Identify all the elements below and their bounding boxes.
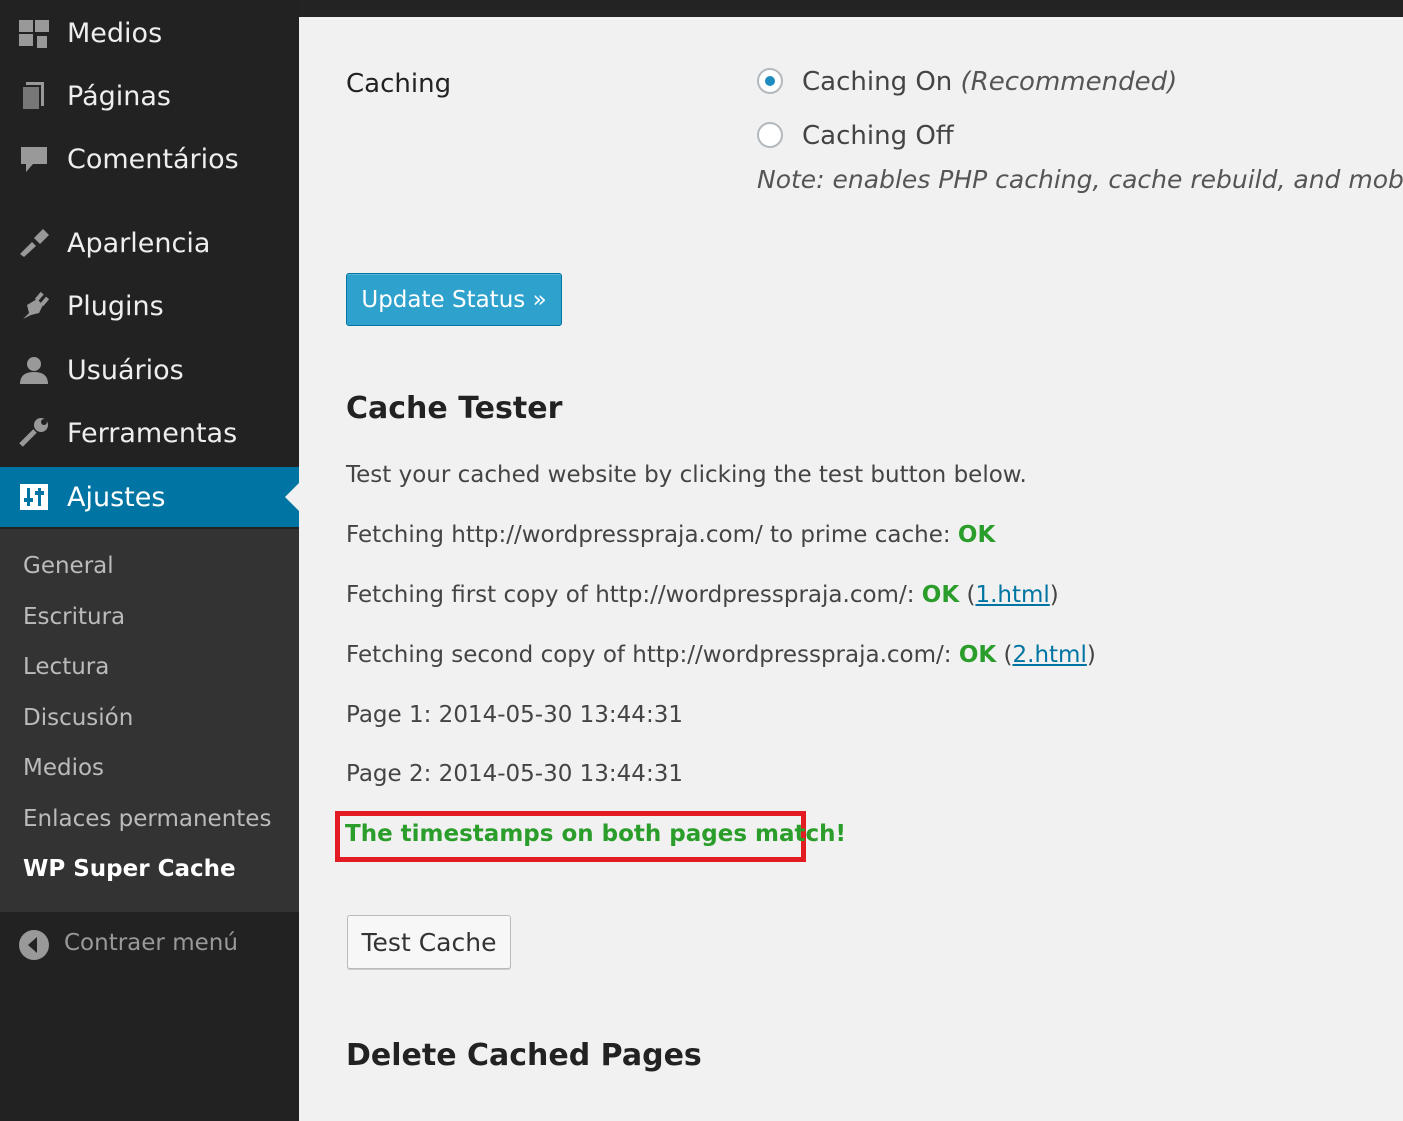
caching-on-radio[interactable] <box>757 68 783 94</box>
admin-sidebar: Medios Páginas Comentários Aparlencia Pl… <box>0 0 299 1121</box>
plugins-icon <box>17 289 51 323</box>
caching-off-label[interactable]: Caching Off <box>802 121 954 151</box>
recommended-text: (Recommended) <box>960 67 1178 97</box>
sidebar-item-label: Ajustes <box>67 481 166 513</box>
caching-note: Note: enables PHP caching, cache rebuild… <box>757 165 1403 194</box>
collapse-label: Contraer menú <box>64 930 238 956</box>
sidebar-item-label: Ferramentas <box>67 417 238 449</box>
submenu-item-lectura[interactable]: Lectura <box>23 654 109 680</box>
submenu-item-discusion[interactable]: Discusión <box>23 705 133 731</box>
comments-icon <box>17 142 51 176</box>
appearance-icon <box>17 226 51 260</box>
caching-off-radio[interactable] <box>757 122 783 148</box>
sidebar-item-label: Páginas <box>67 80 171 112</box>
status-ok: OK <box>921 582 960 608</box>
sidebar-item-label: Comentários <box>67 143 239 175</box>
sidebar-item-label: Plugins <box>67 290 164 322</box>
submenu-item-enlaces[interactable]: Enlaces permanentes <box>23 806 271 832</box>
submenu-item-medios[interactable]: Medios <box>23 755 104 781</box>
collapse-icon <box>18 929 50 967</box>
sidebar-item-aparlencia[interactable]: Aparlencia <box>0 213 299 273</box>
cache-tester-heading: Cache Tester <box>346 391 563 426</box>
fetch-first-line: Fetching first copy of http://wordpressp… <box>346 582 1059 608</box>
sidebar-item-paginas[interactable]: Páginas <box>0 66 299 126</box>
delete-cached-heading: Delete Cached Pages <box>346 1038 702 1073</box>
pages-icon <box>17 79 51 113</box>
collapse-menu-button[interactable]: Contraer menú <box>0 915 299 975</box>
status-ok: OK <box>957 522 996 548</box>
second-copy-link[interactable]: 2.html <box>1013 642 1087 668</box>
status-ok: OK <box>958 642 997 668</box>
main-content: Caching Caching On (Recommended) Caching… <box>299 17 1403 1121</box>
submenu-item-general[interactable]: General <box>23 553 114 579</box>
test-cache-button[interactable]: Test Cache <box>347 915 511 969</box>
tools-icon <box>17 416 51 450</box>
caching-label: Caching <box>346 69 452 99</box>
submenu-item-wp-super-cache[interactable]: WP Super Cache <box>23 856 236 882</box>
caching-on-text: Caching On <box>802 67 953 97</box>
settings-icon <box>17 480 51 514</box>
fetch-prime-line: Fetching http://wordpresspraja.com/ to p… <box>346 522 995 548</box>
fetch-prime-text: Fetching http://wordpresspraja.com/ to p… <box>346 522 958 548</box>
fetch-first-text: Fetching first copy of http://wordpressp… <box>346 582 922 608</box>
sidebar-item-plugins[interactable]: Plugins <box>0 276 299 336</box>
sidebar-item-ajustes[interactable]: Ajustes <box>0 467 299 527</box>
radio-selected-dot <box>765 76 775 86</box>
fetch-second-line: Fetching second copy of http://wordpress… <box>346 642 1096 668</box>
sidebar-item-ferramentas[interactable]: Ferramentas <box>0 403 299 463</box>
users-icon <box>17 353 51 387</box>
submenu-item-escritura[interactable]: Escritura <box>23 604 125 630</box>
media-icon <box>17 16 51 50</box>
sidebar-item-medios[interactable]: Medios <box>0 3 299 63</box>
fetch-second-text: Fetching second copy of http://wordpress… <box>346 642 959 668</box>
caching-on-label[interactable]: Caching On (Recommended) <box>802 67 1177 97</box>
sidebar-item-label: Usuários <box>67 354 184 386</box>
sidebar-item-comentarios[interactable]: Comentários <box>0 129 299 189</box>
tester-intro: Test your cached website by clicking the… <box>346 462 1027 488</box>
settings-submenu: General Escritura Lectura Discusión Medi… <box>0 529 299 912</box>
sidebar-item-label: Aparlencia <box>67 227 211 259</box>
sidebar-item-label: Medios <box>67 17 163 49</box>
page1-timestamp: Page 1: 2014-05-30 13:44:31 <box>346 702 683 728</box>
active-pointer <box>285 483 299 511</box>
timestamps-match-message: The timestamps on both pages match! <box>345 821 846 847</box>
update-status-button[interactable]: Update Status » <box>346 273 562 326</box>
page2-timestamp: Page 2: 2014-05-30 13:44:31 <box>346 761 683 787</box>
sidebar-item-usuarios[interactable]: Usuários <box>0 340 299 400</box>
first-copy-link[interactable]: 1.html <box>975 582 1049 608</box>
